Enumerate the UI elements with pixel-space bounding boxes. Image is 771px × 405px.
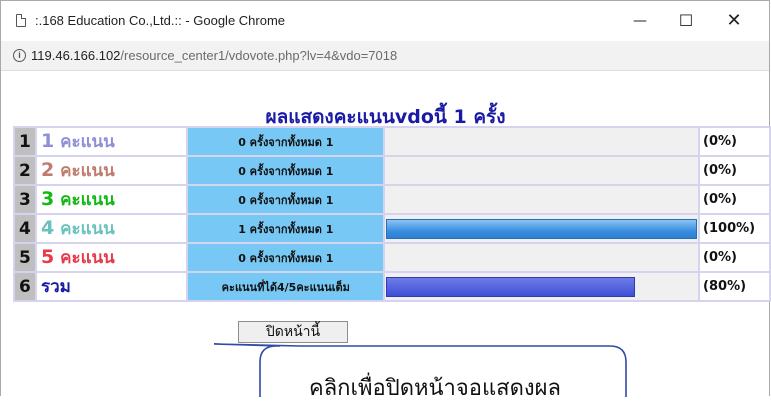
score-number: 2	[40, 159, 55, 181]
vote-row: 22 คะแนน 0 ครั้งจากทั้งหมด 1 (0%)	[15, 157, 769, 184]
title-bar[interactable]: :.168 Education Co.,Ltd.:: - Google Chro…	[1, 1, 769, 41]
row-rank: 2	[15, 157, 35, 184]
vote-row: 44 คะแนน 1 ครั้งจากทั้งหมด 1 (100%)	[15, 215, 769, 242]
vote-count: 0 ครั้งจากทั้งหมด 1	[188, 244, 384, 271]
url-path: /resource_center1/vdovote.php?lv=4&vdo=7…	[120, 48, 398, 63]
score-label: 3 คะแนน	[36, 186, 187, 213]
progress-track	[385, 128, 699, 155]
progress-bar	[386, 218, 698, 239]
score-unit: คะแนน	[60, 161, 115, 181]
url-host: 119.46.166.102	[31, 48, 121, 63]
score-unit: คะแนน	[60, 190, 115, 210]
maximize-button[interactable]: ☐	[663, 1, 709, 41]
close-page-button[interactable]: ปิดหน้านี้	[238, 321, 348, 343]
score-unit: คะแนน	[60, 219, 115, 239]
score-unit: คะแนน	[60, 248, 115, 268]
row-rank: 1	[15, 128, 35, 155]
row-rank: 5	[15, 244, 35, 271]
total-progress-bar	[386, 276, 635, 297]
score-number: 3	[40, 188, 55, 210]
info-icon[interactable]: i	[13, 49, 26, 62]
callout-text: คลิกเพื่อปิดหน้าจอแสดงผล	[308, 376, 561, 401]
total-row: 6 รวม คะแนนที่ได้4/5คะแนนเต็ม (80%)	[15, 273, 769, 300]
row-rank: 6	[15, 273, 35, 300]
percent-label: (0%)	[700, 244, 769, 271]
progress-track	[385, 244, 699, 271]
total-score-text: คะแนนที่ได้4/5คะแนนเต็ม	[188, 273, 384, 300]
score-label: 5 คะแนน	[36, 244, 187, 271]
total-label: รวม	[36, 273, 187, 300]
window-title: :.168 Education Co.,Ltd.:: - Google Chro…	[35, 13, 286, 28]
url-text[interactable]: 119.46.166.102/resource_center1/vdovote.…	[31, 48, 397, 63]
progress-track	[385, 215, 699, 242]
vote-results-table: 11 คะแนน 0 ครั้งจากทั้งหมด 1 (0%) 2 2 คะแนน 0…	[13, 126, 771, 302]
minimize-button[interactable]: —	[617, 1, 663, 41]
percent-label: (80%)	[700, 273, 769, 300]
score-unit: คะแนน	[60, 132, 115, 152]
score-number: 5	[40, 246, 55, 268]
progress-track	[385, 186, 699, 213]
score-label: 1 คะแนน	[36, 128, 187, 155]
score-number: 1	[40, 130, 55, 152]
row-rank: 3	[15, 186, 35, 213]
percent-label: (0%)	[700, 157, 769, 184]
address-bar[interactable]: i 119.46.166.102/resource_center1/vdovot…	[1, 41, 769, 71]
percent-label: (0%)	[700, 128, 769, 155]
close-window-button[interactable]: ✕	[711, 1, 757, 41]
vote-row: 33 คะแนน 0 ครั้งจากทั้งหมด 1 (0%)	[15, 186, 769, 213]
vote-row: 11 คะแนน 0 ครั้งจากทั้งหมด 1 (0%)	[15, 128, 769, 155]
progress-track	[385, 273, 699, 300]
vote-count: 0 ครั้งจากทั้งหมด 1	[188, 128, 384, 155]
percent-label: (100%)	[700, 215, 769, 242]
vote-row: 55 คะแนน 0 ครั้งจากทั้งหมด 1 (0%)	[15, 244, 769, 271]
score-number: 4	[40, 217, 55, 239]
progress-track	[385, 157, 699, 184]
vote-count: 0 ครั้งจากทั้งหมด 1	[188, 186, 384, 213]
score-label: 2 คะแนน	[36, 157, 187, 184]
percent-label: (0%)	[700, 186, 769, 213]
score-label: 4 คะแนน	[36, 215, 187, 242]
vote-count: 0 ครั้งจากทั้งหมด 1	[188, 157, 384, 184]
vote-count: 1 ครั้งจากทั้งหมด 1	[188, 215, 384, 242]
row-rank: 4	[15, 215, 35, 242]
page-icon	[16, 14, 26, 27]
